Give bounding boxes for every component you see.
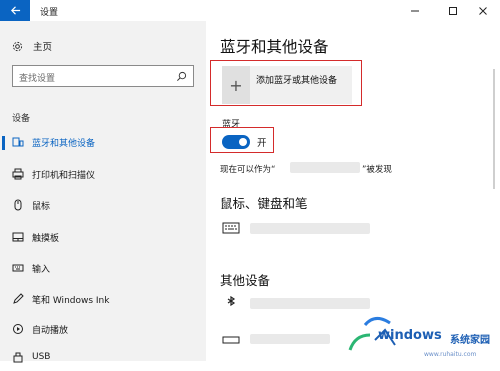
minimize-icon: [411, 10, 419, 11]
minimize-button[interactable]: [398, 0, 432, 21]
watermark-cn: 系统家园: [450, 335, 490, 346]
settings-window: 设置 主页 查找设置 设备 蓝牙和其他设备 打印机和扫描仪 鼠标 触摸板 输入 …: [0, 0, 500, 363]
keyboard-icon: [12, 262, 24, 274]
close-icon: [479, 6, 487, 15]
sidebar-item-label: 触摸板: [32, 233, 60, 244]
close-button[interactable]: [466, 0, 500, 21]
sidebar-item-label: 笔和 Windows Ink: [32, 295, 110, 306]
device-name-redacted: [290, 162, 360, 173]
generic-device-redacted: [250, 334, 330, 344]
active-indicator: [2, 136, 5, 150]
sidebar-item-label: 蓝牙和其他设备: [32, 138, 96, 149]
discoverable-prefix: 现在可以作为“: [220, 165, 276, 175]
search-icon: [177, 71, 187, 81]
mouse-icon: [12, 199, 24, 211]
sidebar-item-pen[interactable]: 笔和 Windows Ink: [0, 285, 206, 313]
nav-section-devices: 设备: [12, 114, 31, 124]
pen-icon: [12, 293, 24, 305]
page-title: 蓝牙和其他设备: [220, 38, 329, 56]
printer-icon: [12, 168, 24, 180]
highlight-box-add: [210, 60, 362, 106]
sidebar-item-bluetooth[interactable]: 蓝牙和其他设备: [0, 128, 206, 156]
sidebar-item-label: 鼠标: [32, 201, 51, 212]
sidebar-item-touchpad[interactable]: 触摸板: [0, 223, 206, 251]
sidebar-item-mouse[interactable]: 鼠标: [0, 191, 206, 219]
bluetooth-devices-icon: [12, 136, 24, 148]
keyboard-device-icon: [222, 222, 240, 234]
gear-icon: [12, 41, 23, 51]
search-input[interactable]: 查找设置: [12, 65, 194, 87]
sidebar-item-typing[interactable]: 输入: [0, 254, 206, 282]
maximize-button[interactable]: [436, 0, 470, 21]
scrollbar[interactable]: [493, 69, 495, 189]
sidebar-item-usb[interactable]: USB: [0, 343, 206, 371]
home-link[interactable]: 主页: [12, 39, 52, 53]
left-nav: 主页 查找设置 设备 蓝牙和其他设备 打印机和扫描仪 鼠标 触摸板 输入 笔和 …: [0, 21, 206, 363]
window-title: 设置: [40, 8, 59, 18]
mouse-keyboard-pen-heading: 鼠标、键盘和笔: [220, 196, 308, 211]
bluetooth-device-icon: [227, 296, 236, 307]
discoverable-suffix: ”被发现: [362, 165, 392, 175]
highlight-box-toggle: [210, 127, 274, 153]
sidebar-item-label: 输入: [32, 264, 51, 275]
back-arrow-icon: [10, 6, 20, 15]
touchpad-icon: [12, 231, 24, 243]
usb-icon: [12, 351, 24, 363]
home-label: 主页: [33, 42, 53, 53]
keyboard-device-redacted: [250, 223, 370, 234]
title-bar: 设置: [0, 0, 500, 21]
sidebar-item-printers[interactable]: 打印机和扫描仪: [0, 160, 206, 188]
sidebar-item-label: 打印机和扫描仪: [32, 170, 96, 181]
watermark-brand: windows: [378, 328, 442, 343]
autoplay-icon: [12, 323, 24, 335]
watermark-url: www.ruhaitu.com: [424, 351, 477, 358]
generic-device-icon: [222, 336, 240, 344]
back-button[interactable]: [0, 0, 30, 21]
sidebar-item-autoplay[interactable]: 自动播放: [0, 315, 206, 343]
other-devices-heading: 其他设备: [220, 273, 271, 288]
sidebar-item-label: 自动播放: [32, 325, 69, 336]
search-placeholder: 查找设置: [19, 74, 56, 84]
maximize-icon: [449, 6, 457, 15]
